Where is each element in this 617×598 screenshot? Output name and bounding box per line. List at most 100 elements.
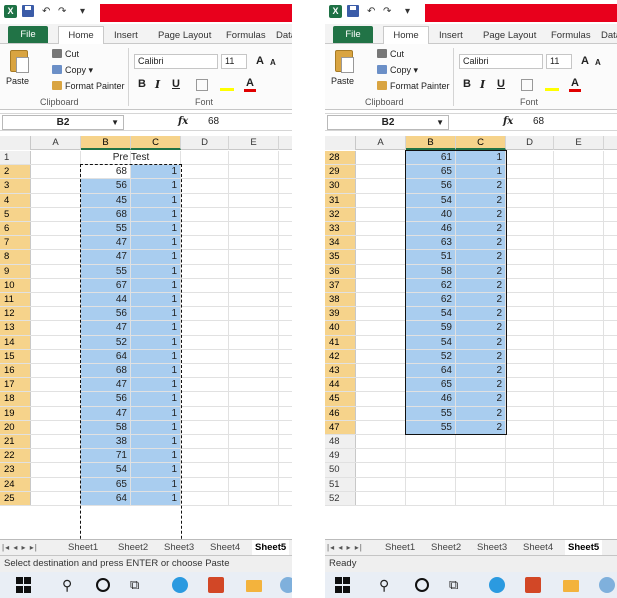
cell-e14[interactable] [229,335,279,349]
cell-f28[interactable] [604,151,617,164]
redo-icon[interactable]: ↷ [383,5,391,19]
row-header[interactable]: 25 [0,491,31,505]
cell-f37[interactable] [604,279,617,292]
column-header-f[interactable]: F [604,136,617,150]
row-header[interactable]: 21 [0,435,31,449]
tab-formulas[interactable]: Formulas [551,27,591,44]
column-header-e[interactable]: E [229,136,279,150]
cell-b3[interactable]: 56 [81,179,131,193]
cell-d46[interactable] [506,406,554,420]
cell-f43[interactable] [604,364,617,377]
cell-e17[interactable] [229,378,279,392]
customize-qat-icon[interactable]: ▾ [80,5,85,19]
undo-icon[interactable]: ↶ [367,5,375,19]
cell-b10[interactable]: 67 [81,278,131,292]
sheet-tab-sheet3[interactable]: Sheet3 [477,540,507,555]
cell-b14[interactable]: 52 [81,335,131,349]
cell-b43[interactable]: 64 [406,364,456,378]
cell-b2[interactable]: 68 [81,165,131,179]
cell-d4[interactable] [181,193,229,207]
column-header-a[interactable]: A [31,136,81,150]
cell-d20[interactable] [181,420,229,434]
row-header[interactable]: 24 [0,477,31,491]
cell-e5[interactable] [229,207,279,221]
cell-b25[interactable]: 64 [81,491,131,505]
cell-d41[interactable] [506,335,554,349]
row-header[interactable]: 3 [0,179,31,193]
italic-button[interactable]: I [480,78,485,91]
cell-f19[interactable] [279,407,292,420]
underline-button[interactable]: U [497,78,505,90]
cell-f1[interactable] [279,151,292,164]
cell-c2[interactable]: 1 [131,165,181,179]
cell-d10[interactable] [181,278,229,292]
cell-f8[interactable] [279,250,292,263]
row-header[interactable]: 18 [0,392,31,406]
cell-a5[interactable] [31,207,81,221]
cell-f11[interactable] [279,293,292,306]
row-header[interactable]: 45 [325,392,356,406]
cell-c8[interactable]: 1 [131,250,181,264]
row-header[interactable]: 28 [325,151,356,165]
paste-icon[interactable] [10,50,29,73]
search-icon[interactable]: ⚲ [379,577,395,593]
cell-d29[interactable] [506,165,554,179]
cell-e10[interactable] [229,278,279,292]
cell-c10[interactable]: 1 [131,278,181,292]
cell-c36[interactable]: 2 [456,264,506,278]
row-header[interactable]: 35 [325,250,356,264]
insert-function-icon[interactable]: fx [503,116,513,127]
powerpoint-icon[interactable] [208,577,224,593]
tab-home[interactable]: Home [383,26,429,45]
cell-b32[interactable]: 40 [406,207,456,221]
cell-a39[interactable] [356,307,406,321]
row-header[interactable]: 33 [325,222,356,236]
cell-e11[interactable] [229,293,279,307]
cell-a16[interactable] [31,364,81,378]
cell-b34[interactable]: 63 [406,236,456,250]
cell-a35[interactable] [356,250,406,264]
cell-d12[interactable] [181,307,229,321]
bold-button[interactable]: B [463,78,471,90]
cell-f5[interactable] [279,208,292,221]
tab-file[interactable]: File [333,26,373,43]
row-header[interactable]: 51 [325,477,356,491]
cell-b52[interactable] [406,491,456,505]
sheet-tab-sheet1[interactable]: Sheet1 [68,540,98,555]
row-header[interactable]: 10 [0,278,31,292]
cell-f4[interactable] [279,194,292,207]
row-header[interactable]: 22 [0,449,31,463]
cell-d21[interactable] [181,435,229,449]
cell-f32[interactable] [604,208,617,221]
cell-b35[interactable]: 51 [406,250,456,264]
row-header[interactable]: 38 [325,293,356,307]
cell-c11[interactable]: 1 [131,293,181,307]
cell-c14[interactable]: 1 [131,335,181,349]
copy-button[interactable]: Copy ▾ [377,64,418,76]
cell-d51[interactable] [506,477,554,491]
cell-e41[interactable] [554,335,604,349]
cell-b30[interactable]: 56 [406,179,456,193]
task-view-icon[interactable]: ⧉ [130,577,146,593]
cell-d17[interactable] [181,378,229,392]
sheet-tab-sheet2[interactable]: Sheet2 [431,540,461,555]
sheet-tab-sheet4[interactable]: Sheet4 [523,540,553,555]
cell-a15[interactable] [31,349,81,363]
cell-d30[interactable] [506,179,554,193]
cell-c34[interactable]: 2 [456,236,506,250]
cell-f38[interactable] [604,293,617,306]
cell-f17[interactable] [279,378,292,391]
copy-button[interactable]: Copy ▾ [52,64,93,76]
cell-c22[interactable]: 1 [131,449,181,463]
sheet-nav-arrows[interactable]: |◂ ◂ ▸ ▸| [327,540,363,555]
fill-color-icon[interactable] [545,79,559,91]
cell-e44[interactable] [554,378,604,392]
cell-f30[interactable] [604,179,617,192]
cell-f50[interactable] [604,463,617,476]
sheet-tab-sheet5[interactable]: Sheet5 [252,540,290,555]
row-header[interactable]: 12 [0,307,31,321]
row-header[interactable]: 50 [325,463,356,477]
cell-a28[interactable] [356,151,406,165]
cell-c51[interactable] [456,477,506,491]
cell-f2[interactable] [279,165,292,178]
